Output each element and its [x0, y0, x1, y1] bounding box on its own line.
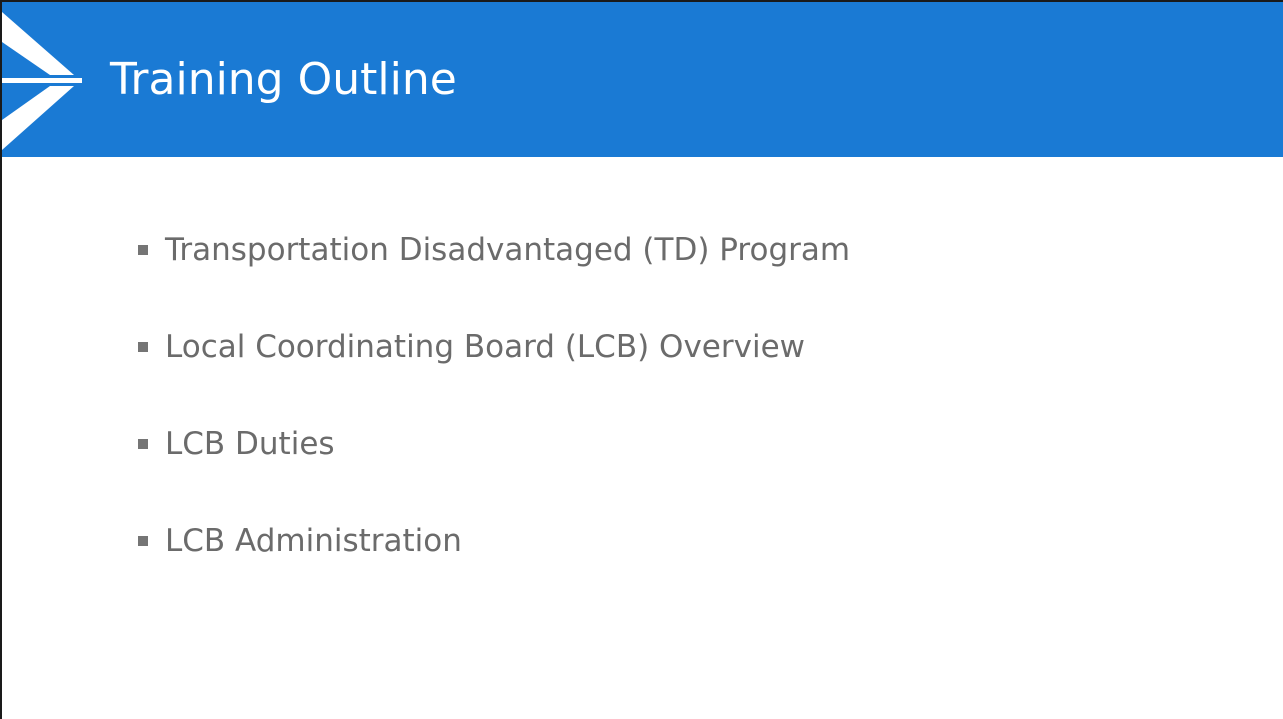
bullet-item: Local Coordinating Board (LCB) Overview — [138, 316, 850, 413]
slide-title: Training Outline — [110, 54, 457, 105]
square-bullet-icon — [138, 342, 148, 352]
bullet-item: Transportation Disadvantaged (TD) Progra… — [138, 219, 850, 316]
title-banner: Training Outline — [2, 2, 1283, 157]
bullet-text: Transportation Disadvantaged (TD) Progra… — [165, 232, 851, 268]
slide: Training Outline Transportation Disadvan… — [0, 0, 1283, 719]
square-bullet-icon — [138, 536, 148, 546]
bullet-text: Local Coordinating Board (LCB) Overview — [165, 329, 805, 365]
square-bullet-icon — [138, 245, 148, 255]
bullet-list: Transportation Disadvantaged (TD) Progra… — [138, 219, 850, 607]
square-bullet-icon — [138, 439, 148, 449]
bullet-text: LCB Administration — [165, 523, 462, 559]
bullet-text: LCB Duties — [165, 426, 335, 462]
arrow-chevron-logo-icon — [2, 12, 82, 150]
bullet-item: LCB Duties — [138, 413, 850, 510]
bullet-item: LCB Administration — [138, 510, 850, 607]
